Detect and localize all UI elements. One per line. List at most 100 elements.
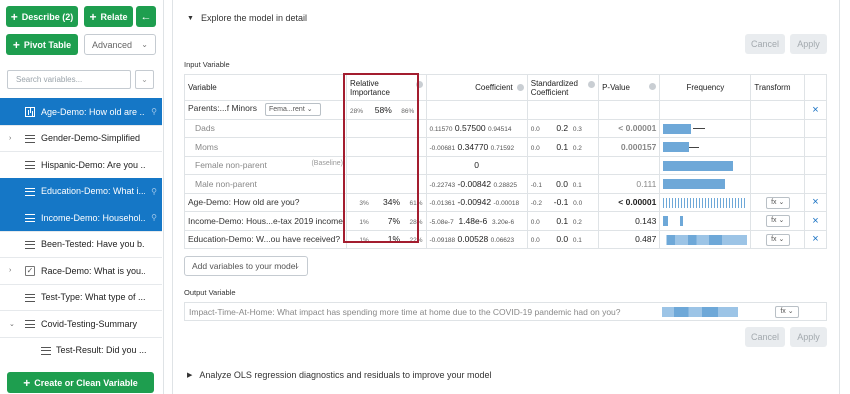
list-item[interactable]: Hispanic-Demo: Are you ... bbox=[0, 151, 162, 178]
pivot-table-button[interactable]: + Pivot Table bbox=[6, 34, 78, 55]
describe-button[interactable]: + Describe (2) bbox=[6, 6, 78, 27]
std-high: 0.2 bbox=[572, 144, 582, 152]
list-item[interactable]: Income-Demo: Househol... ⚲ bbox=[0, 204, 162, 231]
triangle-down-icon: ▼ bbox=[187, 14, 194, 22]
transform-select[interactable]: fx ⌄ bbox=[765, 233, 790, 246]
std-low: -0.2 bbox=[530, 200, 542, 208]
apply-button[interactable]: Apply bbox=[790, 34, 827, 54]
list-item[interactable]: ⌄ Covid-Testing-Summary bbox=[0, 310, 162, 337]
variable-cell: Moms bbox=[184, 137, 347, 157]
info-icon[interactable] bbox=[415, 80, 423, 88]
std-high: 0.1 bbox=[572, 237, 582, 245]
remove-button[interactable]: × bbox=[804, 229, 827, 249]
ri-cell bbox=[345, 174, 427, 194]
ri-value: 1% bbox=[387, 234, 401, 245]
remove-button[interactable]: × bbox=[804, 192, 827, 212]
remove-button[interactable]: × bbox=[804, 211, 827, 231]
frequency-cell bbox=[659, 174, 752, 194]
list-icon bbox=[25, 319, 35, 329]
info-icon[interactable] bbox=[649, 83, 657, 90]
header-standardized[interactable]: Standardized Coefficient bbox=[526, 74, 600, 101]
advanced-select[interactable]: Advanced ⌄ bbox=[84, 34, 156, 55]
transform-select[interactable]: fx ⌄ bbox=[765, 196, 790, 209]
list-item[interactable]: Education-Demo: What i... ⚲ bbox=[0, 177, 162, 204]
search-dropdown-button[interactable]: ⌄ bbox=[135, 70, 154, 89]
transform-select[interactable]: fx ⌄ bbox=[775, 306, 799, 318]
transform-cell bbox=[750, 137, 806, 157]
coef-value: 0.57500 bbox=[454, 123, 486, 134]
cancel-button[interactable]: Cancel bbox=[745, 34, 785, 54]
advanced-label: Advanced bbox=[92, 39, 133, 50]
info-icon[interactable] bbox=[516, 84, 524, 92]
ri-high: 22% bbox=[409, 237, 423, 245]
coef-low: 0.11570 bbox=[429, 126, 453, 134]
search-variables-input[interactable]: Search variables... bbox=[7, 70, 131, 89]
info-icon[interactable] bbox=[588, 80, 596, 88]
coef-high: 3.20e-6 bbox=[492, 218, 515, 226]
relate-button[interactable]: + Relate bbox=[84, 6, 133, 27]
cancel-button[interactable]: Cancel bbox=[745, 327, 785, 347]
pvalue-cell bbox=[598, 100, 661, 120]
standardized-cell: -0.2 -0.1 0.0 bbox=[526, 192, 600, 212]
close-icon: × bbox=[812, 233, 819, 246]
list-item[interactable]: › Gender-Demo-Simplified bbox=[0, 124, 162, 152]
std-value: 0.0 bbox=[556, 234, 569, 245]
list-item[interactable]: Test-Type: What type of ... bbox=[0, 283, 162, 311]
variable-name: Test-Result: Did you ... bbox=[56, 345, 147, 356]
frequency-cell bbox=[659, 155, 752, 175]
std-high: 0.3 bbox=[572, 126, 582, 134]
list-icon bbox=[25, 292, 35, 303]
variable-cell: Education-Demo: W...ou have received? bbox=[184, 229, 347, 249]
coefficient-cell: -0.09188 0.00528 0.06623 bbox=[425, 229, 528, 249]
remove-button[interactable]: × bbox=[804, 100, 827, 120]
ri-high: 61% bbox=[409, 200, 423, 208]
ri-low: 28% bbox=[349, 107, 363, 115]
header-variable-label: Variable bbox=[188, 83, 217, 92]
diagnostics-title: Analyze OLS regression diagnostics and r… bbox=[199, 370, 492, 380]
explore-section-toggle[interactable]: ▼ Explore the model in detail bbox=[187, 13, 307, 23]
chevron-right-icon[interactable]: › bbox=[9, 135, 11, 142]
coef-high: 0.94514 bbox=[488, 126, 512, 134]
header-pvalue[interactable]: P-Value bbox=[598, 74, 661, 101]
create-variable-button[interactable]: + Create or Clean Variable bbox=[7, 372, 154, 393]
bar-chart-icon bbox=[25, 107, 35, 117]
list-item[interactable]: Age-Demo: How old are ... ⚲ bbox=[0, 98, 162, 125]
std-high: 0.0 bbox=[573, 200, 583, 208]
search-icon[interactable]: ⚲ bbox=[151, 213, 157, 222]
list-item[interactable]: Been-Tested: Have you b... bbox=[0, 230, 162, 258]
header-relative-importance[interactable]: Relative Importance bbox=[345, 74, 427, 101]
apply-button[interactable]: Apply bbox=[790, 327, 827, 347]
header-coefficient[interactable]: Coefficient bbox=[425, 74, 528, 101]
list-item[interactable]: Test-Result: Did you ... bbox=[0, 336, 162, 364]
transform-select[interactable]: fx ⌄ bbox=[765, 215, 790, 228]
ri-value: 34% bbox=[383, 197, 401, 208]
search-icon[interactable]: ⚲ bbox=[151, 187, 157, 196]
header-variable: Variable bbox=[184, 74, 347, 101]
table-row: Parents:...f Minors Fema...rent ⌄ 28% 58%… bbox=[184, 100, 827, 120]
std-low: -0.1 bbox=[530, 181, 542, 189]
output-variable-label: Output Variable bbox=[184, 288, 236, 297]
search-icon[interactable]: ⚲ bbox=[151, 107, 157, 116]
standardized-cell bbox=[526, 100, 600, 120]
apply-label: Apply bbox=[797, 39, 820, 49]
table-row: Education-Demo: W...ou have received? 1%… bbox=[184, 229, 827, 249]
list-item[interactable]: › ✓ Race-Demo: What is you... bbox=[0, 257, 162, 284]
reference-select[interactable]: Fema...rent ⌄ bbox=[264, 103, 321, 117]
input-variable-label: Input Variable bbox=[184, 60, 230, 69]
pvalue: 0.487 bbox=[635, 234, 657, 245]
remove-cell bbox=[804, 137, 827, 157]
diagnostics-section-toggle[interactable]: ▶ Analyze OLS regression diagnostics and… bbox=[187, 370, 492, 380]
chevron-right-icon[interactable]: › bbox=[9, 267, 11, 274]
checkbox-icon: ✓ bbox=[25, 266, 35, 276]
std-value: 0.1 bbox=[556, 141, 569, 152]
table-row: Male non-parent -0.22743 -0.00842 0.2882… bbox=[184, 174, 827, 194]
coef-value: -0.00942 bbox=[457, 197, 492, 208]
frequency-bar bbox=[663, 179, 726, 190]
back-arrow-button[interactable]: ← bbox=[136, 6, 156, 27]
transform-cell: fx ⌄ bbox=[750, 192, 806, 212]
chevron-down-icon[interactable]: ⌄ bbox=[9, 320, 15, 328]
add-variables-select[interactable]: Add variables to your model ⌄ bbox=[184, 256, 308, 276]
ri-cell: 1% 7% 28% bbox=[345, 211, 427, 231]
ri-low: 1% bbox=[359, 237, 369, 245]
confidence-whisker bbox=[689, 146, 700, 148]
